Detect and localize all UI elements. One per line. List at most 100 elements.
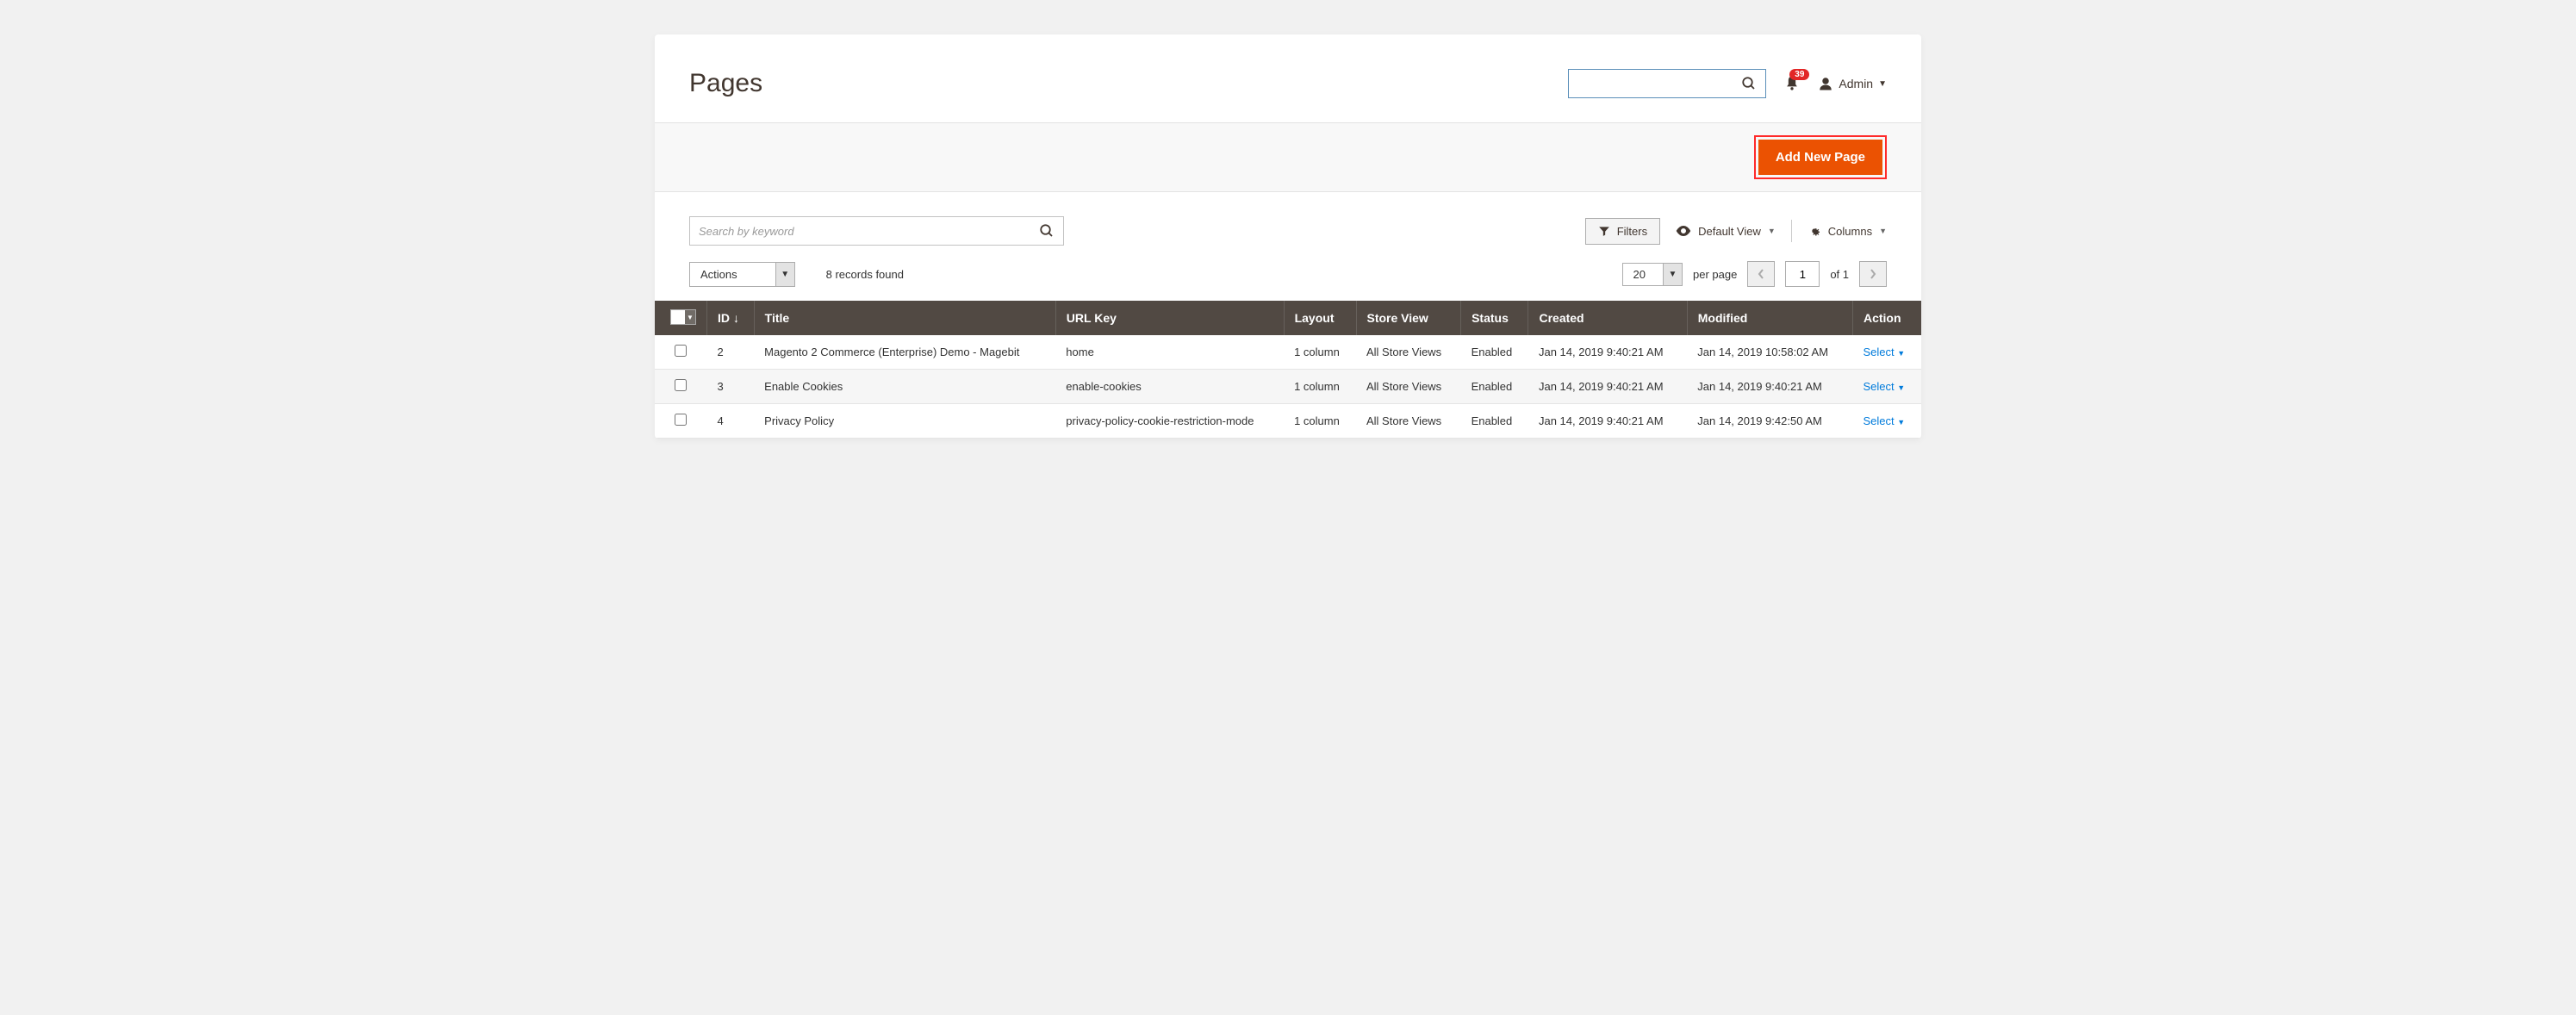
cell-modified: Jan 14, 2019 9:42:50 AM bbox=[1687, 404, 1852, 439]
table-header: ▼ ID↓ Title URL Key Layout Store View St… bbox=[655, 301, 1921, 335]
cell-modified: Jan 14, 2019 9:40:21 AM bbox=[1687, 370, 1852, 404]
cell-layout: 1 column bbox=[1284, 370, 1356, 404]
col-storeview[interactable]: Store View bbox=[1356, 301, 1461, 335]
action-bar: Add New Page bbox=[655, 122, 1921, 192]
add-new-page-button[interactable]: Add New Page bbox=[1758, 140, 1882, 175]
cell-storeview: All Store Views bbox=[1356, 404, 1461, 439]
cell-action: Select ▼ bbox=[1852, 404, 1921, 439]
caret-down-icon: ▼ bbox=[1663, 264, 1682, 285]
caret-down-icon: ▼ bbox=[685, 310, 695, 324]
search-icon bbox=[1741, 76, 1757, 91]
col-urlkey[interactable]: URL Key bbox=[1055, 301, 1284, 335]
filters-button[interactable]: Filters bbox=[1585, 218, 1660, 245]
eye-icon bbox=[1676, 225, 1691, 237]
col-status[interactable]: Status bbox=[1461, 301, 1528, 335]
caret-down-icon: ▼ bbox=[1897, 383, 1905, 392]
keyword-search-input[interactable] bbox=[699, 225, 1039, 238]
default-view-label: Default View bbox=[1698, 225, 1761, 238]
admin-label: Admin bbox=[1839, 77, 1873, 90]
cell-created: Jan 14, 2019 9:40:21 AM bbox=[1528, 370, 1687, 404]
row-checkbox-cell bbox=[655, 404, 707, 439]
bulk-actions-label: Actions bbox=[690, 263, 775, 286]
row-action-select[interactable]: Select ▼ bbox=[1863, 346, 1905, 358]
header-row: Pages 39 Admin ▼ bbox=[689, 69, 1887, 98]
controls-right: Filters Default View ▼ Columns ▼ bbox=[1585, 218, 1887, 245]
page-title: Pages bbox=[689, 69, 762, 98]
cell-created: Jan 14, 2019 9:40:21 AM bbox=[1528, 335, 1687, 370]
cell-layout: 1 column bbox=[1284, 335, 1356, 370]
meta-row: Actions ▼ 8 records found 20 ▼ per page … bbox=[689, 261, 1887, 287]
table-row: 4Privacy Policyprivacy-policy-cookie-res… bbox=[655, 404, 1921, 439]
page-size-value: 20 bbox=[1623, 264, 1663, 285]
cell-status: Enabled bbox=[1461, 335, 1528, 370]
global-search-input[interactable] bbox=[1576, 78, 1739, 90]
of-pages-label: of 1 bbox=[1830, 268, 1849, 281]
page-card: Pages 39 Admin ▼ Add New Page bbox=[655, 34, 1921, 439]
funnel-icon bbox=[1598, 225, 1610, 237]
caret-down-icon: ▼ bbox=[1879, 227, 1887, 235]
per-page-label: per page bbox=[1693, 268, 1737, 281]
header-right: 39 Admin ▼ bbox=[1568, 69, 1887, 98]
col-modified[interactable]: Modified bbox=[1687, 301, 1852, 335]
pages-table: ▼ ID↓ Title URL Key Layout Store View St… bbox=[655, 301, 1921, 439]
col-title[interactable]: Title bbox=[754, 301, 1055, 335]
caret-down-icon: ▼ bbox=[1897, 418, 1905, 427]
search-icon bbox=[1039, 223, 1055, 239]
prev-page-button[interactable] bbox=[1747, 261, 1775, 287]
cell-storeview: All Store Views bbox=[1356, 370, 1461, 404]
cell-id: 3 bbox=[707, 370, 755, 404]
add-new-page-highlight: Add New Page bbox=[1754, 135, 1887, 179]
columns-dropdown[interactable]: Columns ▼ bbox=[1808, 224, 1887, 238]
cell-action: Select ▼ bbox=[1852, 370, 1921, 404]
cell-status: Enabled bbox=[1461, 370, 1528, 404]
bulk-actions-dropdown[interactable]: Actions ▼ bbox=[689, 262, 795, 287]
filters-label: Filters bbox=[1617, 225, 1647, 238]
keyword-search[interactable] bbox=[689, 216, 1064, 246]
cell-id: 2 bbox=[707, 335, 755, 370]
cell-title: Privacy Policy bbox=[754, 404, 1055, 439]
gear-icon bbox=[1808, 224, 1821, 238]
chevron-left-icon bbox=[1758, 269, 1764, 279]
cell-storeview: All Store Views bbox=[1356, 335, 1461, 370]
cell-created: Jan 14, 2019 9:40:21 AM bbox=[1528, 404, 1687, 439]
cell-urlkey: privacy-policy-cookie-restriction-mode bbox=[1055, 404, 1284, 439]
col-layout[interactable]: Layout bbox=[1284, 301, 1356, 335]
current-page-input[interactable] bbox=[1785, 261, 1820, 287]
cell-layout: 1 column bbox=[1284, 404, 1356, 439]
row-checkbox[interactable] bbox=[675, 414, 687, 426]
notif-badge: 39 bbox=[1789, 69, 1809, 80]
meta-left: Actions ▼ 8 records found bbox=[689, 262, 904, 287]
table-row: 3Enable Cookiesenable-cookies1 columnAll… bbox=[655, 370, 1921, 404]
table-row: 2Magento 2 Commerce (Enterprise) Demo - … bbox=[655, 335, 1921, 370]
controls-row: Filters Default View ▼ Columns ▼ bbox=[689, 216, 1887, 246]
notifications[interactable]: 39 bbox=[1783, 74, 1801, 93]
admin-user-menu[interactable]: Admin ▼ bbox=[1818, 76, 1887, 91]
row-action-select[interactable]: Select ▼ bbox=[1863, 380, 1905, 393]
next-page-button[interactable] bbox=[1859, 261, 1887, 287]
cell-modified: Jan 14, 2019 10:58:02 AM bbox=[1687, 335, 1852, 370]
divider bbox=[1791, 220, 1792, 242]
sort-arrow-icon: ↓ bbox=[733, 311, 739, 325]
global-search[interactable] bbox=[1568, 69, 1766, 98]
page-size-dropdown[interactable]: 20 ▼ bbox=[1622, 263, 1683, 286]
caret-down-icon: ▼ bbox=[1878, 79, 1887, 89]
row-checkbox-cell bbox=[655, 370, 707, 404]
col-created[interactable]: Created bbox=[1528, 301, 1687, 335]
cell-urlkey: enable-cookies bbox=[1055, 370, 1284, 404]
select-all-header[interactable]: ▼ bbox=[655, 301, 707, 335]
cell-urlkey: home bbox=[1055, 335, 1284, 370]
user-icon bbox=[1818, 76, 1833, 91]
row-checkbox[interactable] bbox=[675, 379, 687, 391]
cell-title: Magento 2 Commerce (Enterprise) Demo - M… bbox=[754, 335, 1055, 370]
global-search-button[interactable] bbox=[1739, 74, 1758, 93]
caret-down-icon: ▼ bbox=[1768, 227, 1776, 235]
col-action[interactable]: Action bbox=[1852, 301, 1921, 335]
col-id[interactable]: ID↓ bbox=[707, 301, 755, 335]
row-checkbox[interactable] bbox=[675, 345, 687, 357]
row-action-select[interactable]: Select ▼ bbox=[1863, 414, 1905, 427]
records-found: 8 records found bbox=[826, 268, 904, 281]
chevron-right-icon bbox=[1870, 269, 1876, 279]
default-view-dropdown[interactable]: Default View ▼ bbox=[1676, 225, 1776, 238]
table-body: 2Magento 2 Commerce (Enterprise) Demo - … bbox=[655, 335, 1921, 439]
cell-status: Enabled bbox=[1461, 404, 1528, 439]
